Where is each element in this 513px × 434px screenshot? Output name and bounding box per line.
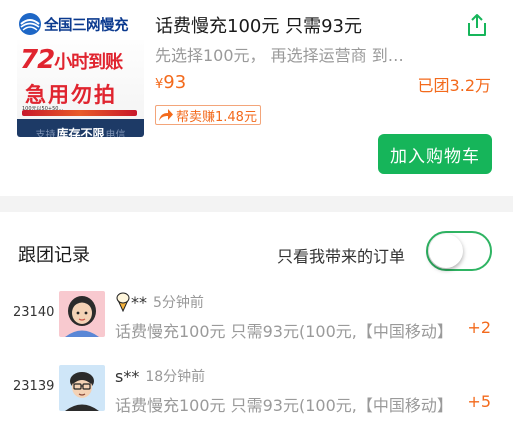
- add-to-cart-button[interactable]: 加入购物车: [378, 134, 492, 174]
- product-card: 全国三网慢充 72小时到账 急用勿拍 100元以50+50... 支持 库存不限…: [0, 0, 513, 196]
- only-mine-toggle[interactable]: [426, 231, 492, 271]
- promo-strip: [22, 110, 137, 116]
- record-product: 话费慢充100元 只需93元(100元,【中国移动】: [115, 322, 453, 341]
- share-arrow-icon: [159, 109, 173, 121]
- record-username: s**: [115, 366, 140, 386]
- stock-text: 库存不限: [56, 126, 105, 138]
- section-divider: [0, 196, 513, 212]
- product-image[interactable]: 全国三网慢充 72小时到账 急用勿拍 100元以50+50... 支持 库存不限…: [17, 9, 144, 137]
- help-sell-earn-badge[interactable]: 帮卖赚1.48元: [155, 105, 261, 125]
- product-title[interactable]: 话费慢充100元 只需93元: [155, 12, 362, 38]
- record-time: 18分钟前: [145, 369, 206, 385]
- promo-hours: 72: [20, 45, 55, 75]
- promo-headline-text: 小时到账: [54, 52, 123, 73]
- product-description: 先选择100元， 再选择运营商 到账...: [155, 46, 415, 65]
- record-quantity: +5: [467, 392, 491, 411]
- records-title: 跟团记录: [18, 245, 90, 266]
- record-time: 5分钟前: [153, 295, 204, 311]
- price-value: 93: [163, 72, 187, 93]
- footer-left-text: 支持: [35, 129, 56, 138]
- brand-text: 全国三网慢充: [44, 17, 129, 34]
- ice-cream-icon: [116, 292, 130, 312]
- record-username: **: [131, 292, 147, 312]
- record-id: 23140: [13, 305, 55, 320]
- stock-footer: 支持 库存不限 电信: [17, 119, 144, 137]
- brand-bar: 全国三网慢充: [17, 9, 144, 39]
- record-name: s** 18分钟前: [115, 366, 205, 386]
- product-price: ¥93: [155, 72, 186, 93]
- record-row[interactable]: 23139 s** 18分钟前 话费慢充100元 只需93元(100元,【中国移…: [0, 365, 513, 425]
- record-product: 话费慢充100元 只需93元(100元,【中国移动】: [115, 396, 453, 415]
- record-quantity: +2: [467, 318, 491, 337]
- footer-right-text: 电信: [105, 129, 126, 138]
- earn-label: 帮卖赚1.48元: [176, 109, 257, 125]
- avatar: [59, 365, 105, 411]
- toggle-knob: [429, 234, 463, 268]
- record-id: 23139: [13, 379, 55, 394]
- grouped-count: 已团3.2万: [417, 76, 491, 95]
- promo-headline: 72小时到账: [20, 45, 123, 75]
- promo-banner: 72小时到账 急用勿拍 100元以50+50...: [17, 40, 144, 122]
- only-mine-label: 只看我带来的订单: [277, 247, 406, 266]
- record-name: ** 5分钟前: [115, 292, 204, 312]
- avatar: [59, 291, 105, 337]
- record-row[interactable]: 23140 ** 5分钟前 话费慢充100元 只需93元(100元,【中国移动】…: [0, 291, 513, 351]
- china-mobile-logo-icon: [19, 13, 41, 35]
- share-icon[interactable]: [465, 12, 489, 38]
